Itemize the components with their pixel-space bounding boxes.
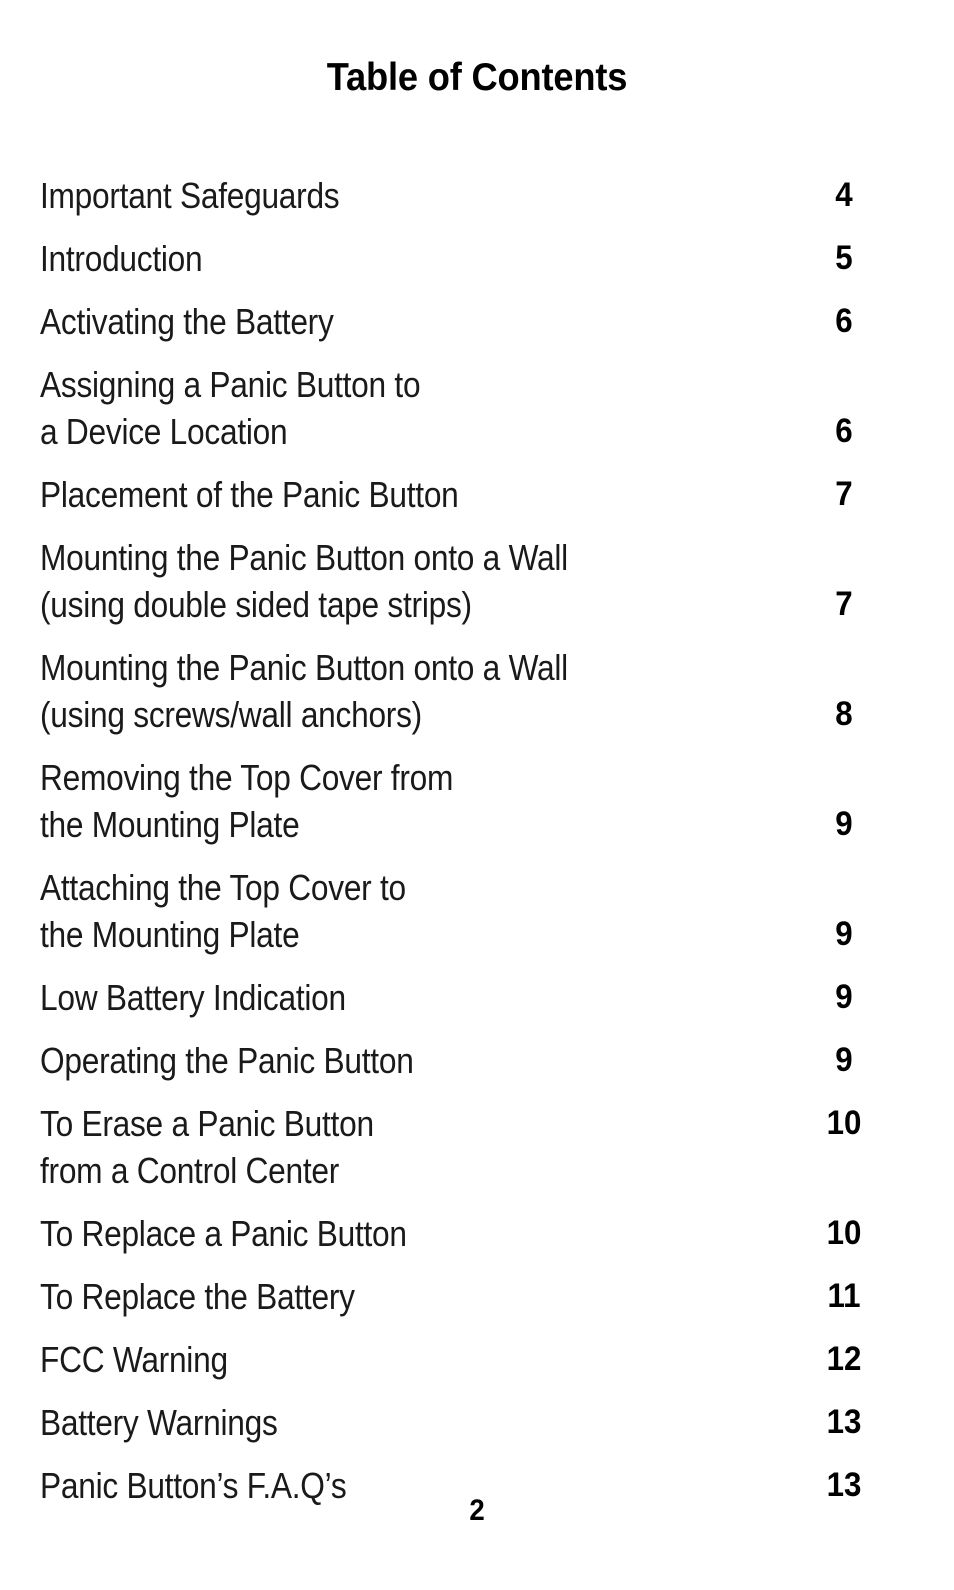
toc-entry[interactable]: FCC Warning 12 bbox=[40, 1336, 914, 1399]
toc-entry-page-number: 10 bbox=[826, 1214, 862, 1252]
toc-entry[interactable]: Attaching the Top Cover to the Mounting … bbox=[40, 864, 914, 974]
toc-entry-page-number: 9 bbox=[835, 915, 853, 953]
toc-entry-page-number: 8 bbox=[835, 695, 853, 733]
toc-entry-label: Assigning a Panic Button to a Device Loc… bbox=[40, 364, 421, 452]
toc-entry[interactable]: Activating the Battery 6 bbox=[40, 298, 914, 361]
toc-entry-page-number: 12 bbox=[826, 1340, 862, 1378]
toc-entry-label: Activating the Battery bbox=[40, 301, 334, 342]
toc-entry-label: FCC Warning bbox=[40, 1339, 228, 1380]
toc-entry[interactable]: To Replace a Panic Button 10 bbox=[40, 1210, 914, 1273]
document-page: Table of Contents Important Safeguards 4 I… bbox=[0, 0, 954, 1590]
toc-entry-page-number: 6 bbox=[835, 412, 853, 450]
toc-entry-page-number: 9 bbox=[835, 978, 853, 1016]
toc-entry-page-number: 6 bbox=[835, 302, 853, 340]
toc-entry-page-number: 11 bbox=[827, 1277, 861, 1315]
toc-entry[interactable]: Removing the Top Cover from the Mounting… bbox=[40, 754, 914, 864]
toc-entry-page-number: 5 bbox=[835, 239, 853, 277]
toc-entry[interactable]: Low Battery Indication 9 bbox=[40, 974, 914, 1037]
toc-entry[interactable]: Assigning a Panic Button to a Device Loc… bbox=[40, 361, 914, 471]
toc-entry-label: Operating the Panic Button bbox=[40, 1040, 414, 1081]
toc-entry-label: To Replace the Battery bbox=[40, 1276, 355, 1317]
toc-entry-page-number: 4 bbox=[835, 176, 853, 214]
toc-entry-label: Mounting the Panic Button onto a Wall (u… bbox=[40, 647, 568, 735]
toc-entry[interactable]: Mounting the Panic Button onto a Wall (u… bbox=[40, 644, 914, 754]
page-folio-number: 2 bbox=[469, 1494, 485, 1527]
toc-entry-page-number: 9 bbox=[835, 1041, 853, 1079]
toc-entry-label: Mounting the Panic Button onto a Wall (u… bbox=[40, 537, 568, 625]
toc-entry-page-number: 9 bbox=[835, 805, 853, 843]
toc-entry[interactable]: Operating the Panic Button 9 bbox=[40, 1037, 914, 1100]
toc-entry-label: Placement of the Panic Button bbox=[40, 474, 459, 515]
toc-entry-label: To Erase a Panic Button from a Control C… bbox=[40, 1103, 374, 1191]
toc-entry-page-number: 7 bbox=[835, 585, 853, 623]
toc-entry[interactable]: To Replace the Battery 11 bbox=[40, 1273, 914, 1336]
toc-entry-label: To Replace a Panic Button bbox=[40, 1213, 407, 1254]
toc-entry[interactable]: Placement of the Panic Button 7 bbox=[40, 471, 914, 534]
toc-entry-label: Removing the Top Cover from the Mounting… bbox=[40, 757, 454, 845]
table-of-contents-list: Important Safeguards 4 Introduction 5 Activa… bbox=[40, 172, 914, 1525]
toc-entry-page-number: 13 bbox=[826, 1403, 862, 1441]
toc-entry[interactable]: Mounting the Panic Button onto a Wall (u… bbox=[40, 534, 914, 644]
toc-entry[interactable]: To Erase a Panic Button from a Control C… bbox=[40, 1100, 914, 1210]
toc-entry[interactable]: Battery Warnings 13 bbox=[40, 1399, 914, 1462]
toc-entry-label: Introduction bbox=[40, 238, 203, 279]
page-title: Table of Contents bbox=[326, 56, 628, 99]
toc-entry[interactable]: Important Safeguards 4 bbox=[40, 172, 914, 235]
toc-entry-label: Battery Warnings bbox=[40, 1402, 278, 1443]
toc-entry-page-number: 10 bbox=[826, 1104, 862, 1142]
toc-entry-label: Important Safeguards bbox=[40, 175, 340, 216]
toc-entry-page-number: 7 bbox=[835, 475, 853, 513]
toc-entry[interactable]: Introduction 5 bbox=[40, 235, 914, 298]
toc-entry-label: Low Battery Indication bbox=[40, 977, 346, 1018]
toc-entry-label: Attaching the Top Cover to the Mounting … bbox=[40, 867, 406, 955]
